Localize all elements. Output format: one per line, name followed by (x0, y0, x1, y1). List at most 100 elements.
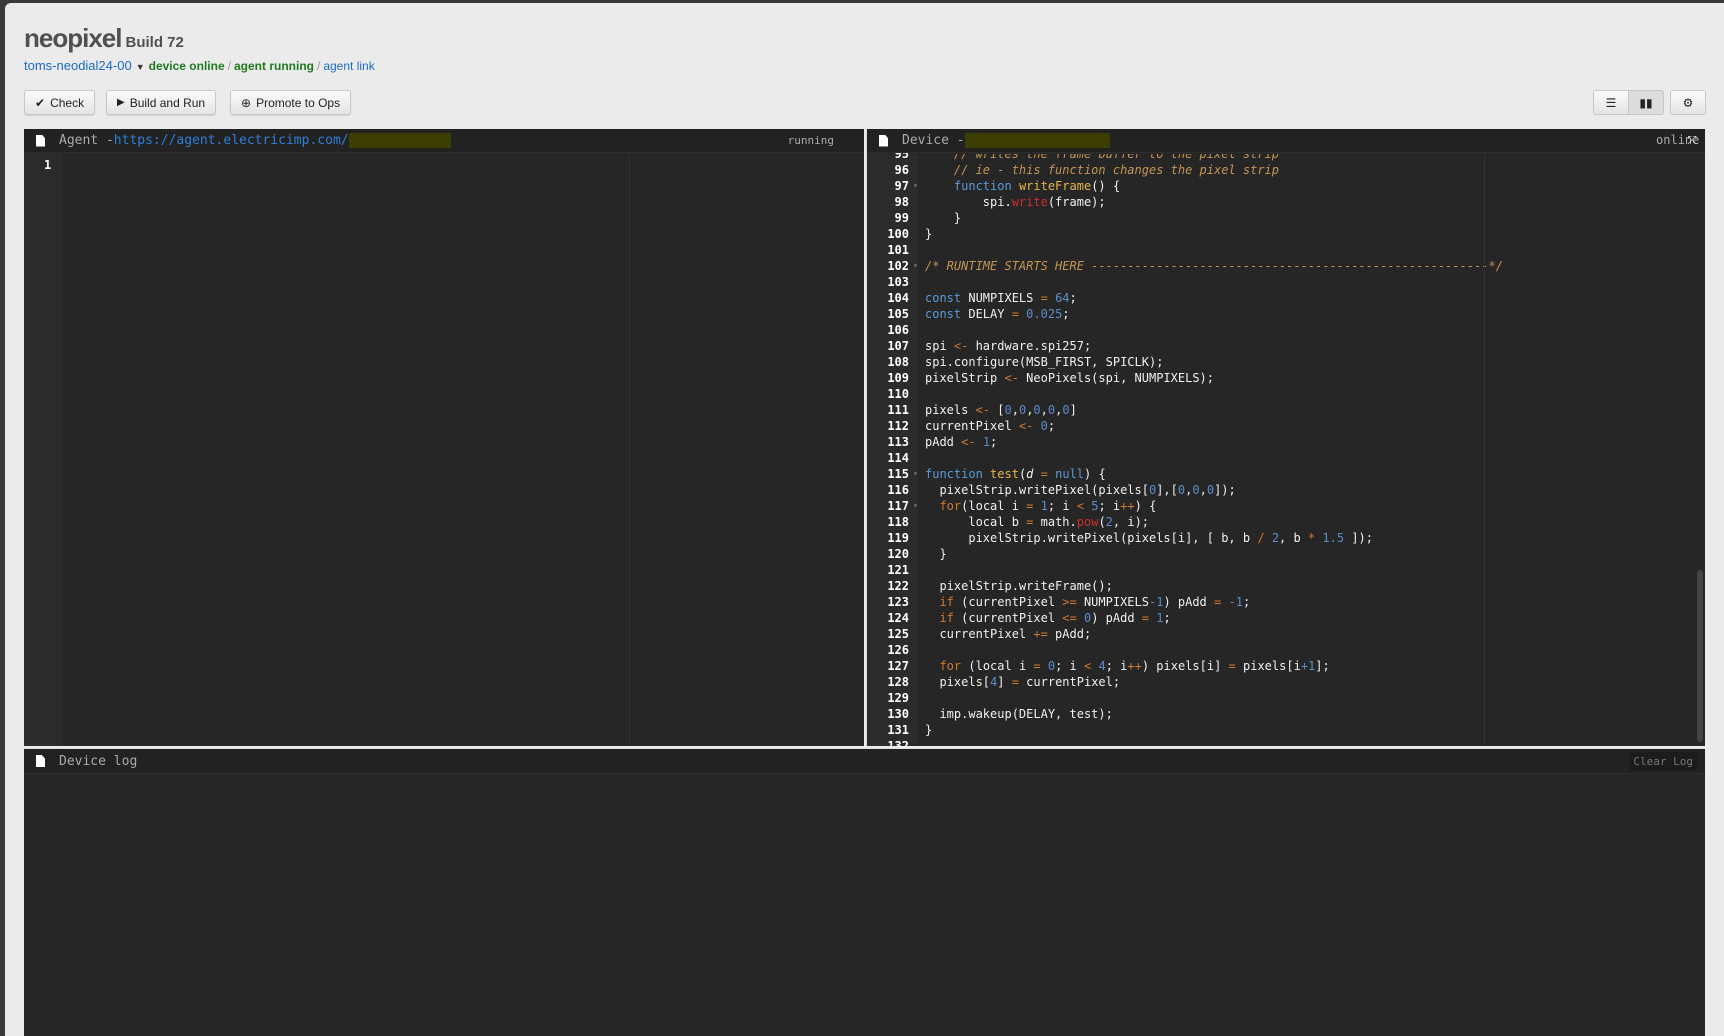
device-selector[interactable]: toms-neodial24-00 (24, 58, 132, 73)
code-token: if (939, 611, 954, 625)
list-layout-icon: ☰ (1605, 95, 1617, 110)
line-number: 102 (867, 258, 918, 274)
code-token: 1.5 (1322, 531, 1345, 545)
check-icon: ✔ (35, 95, 46, 110)
line-number: 117 (867, 498, 918, 514)
code-token: hardware.spi257; (968, 339, 1092, 353)
code-token: imp.wakeup(DELAY, test); (925, 707, 1113, 721)
caret-down-icon[interactable]: ▼ (136, 62, 145, 72)
code-line: /* RUNTIME STARTS HERE -----------------… (925, 258, 1705, 274)
agent-link[interactable]: agent link (323, 59, 374, 73)
code-line: for(local i = 1; i < 5; i++) { (925, 498, 1705, 514)
code-line: function test(d = null) { (925, 466, 1705, 482)
line-number: 131 (887, 723, 909, 737)
device-panel: Device - online⤧ 95969798991001011021031… (866, 129, 1705, 753)
code-token: function (925, 467, 983, 481)
project-title: neopixel Build 72 (24, 23, 184, 54)
line-number: 96 (894, 163, 909, 177)
code-token: / (1257, 531, 1265, 545)
code-token: = (1040, 291, 1048, 305)
line-number: 107 (887, 339, 909, 353)
line-number: 129 (887, 691, 909, 705)
agent-code-editor[interactable] (63, 154, 864, 746)
build-and-run-button[interactable]: ▶ Build and Run (106, 90, 217, 115)
code-token: local b (925, 515, 1027, 529)
code-token: ; (990, 435, 998, 449)
code-line: pixelStrip <- NeoPixels(spi, NUMPIXELS); (925, 370, 1705, 386)
device-code-editor[interactable]: // writes the frame buffer to the pixel … (925, 154, 1705, 746)
code-token: ] (1069, 403, 1077, 417)
code-token: , i); (1112, 515, 1150, 529)
device-status-line: toms-neodial24-00 ▼ device online / agent ru… (24, 58, 375, 73)
code-token: < (1076, 499, 1085, 513)
line-number: 97 (867, 178, 918, 194)
line-number: 128 (887, 675, 909, 689)
code-line: const NUMPIXELS = 64; (925, 290, 1705, 306)
line-number: 123 (887, 595, 909, 609)
code-token: -1 (1228, 595, 1243, 609)
code-token: () { (1091, 179, 1121, 193)
code-token: , b (1279, 531, 1308, 545)
code-token: = (1033, 659, 1041, 673)
code-token: ; (1047, 419, 1056, 433)
check-button[interactable]: ✔ Check (24, 90, 96, 115)
settings-button[interactable]: ⚙ (1670, 90, 1706, 115)
code-token: ] (997, 675, 1012, 689)
list-layout-button[interactable]: ☰ (1593, 90, 1629, 115)
code-line: // ie - this function changes the pixel … (925, 162, 1705, 178)
fullscreen-icon[interactable]: ⤧ (1687, 133, 1697, 147)
line-number: 127 (887, 659, 909, 673)
code-line: imp.wakeup(DELAY, test); (925, 706, 1705, 722)
code-token: const (925, 307, 962, 321)
code-token: = (1228, 659, 1236, 673)
code-token: // writes the frame buffer to the pixel … (925, 154, 1280, 161)
agent-url[interactable]: https://agent.electricimp.com/ (114, 133, 349, 148)
clear-log-button[interactable]: Clear Log (1629, 752, 1697, 771)
line-number: 130 (887, 707, 909, 721)
code-token: ) { (1084, 467, 1106, 481)
line-number: 110 (887, 387, 909, 401)
code-token: pixelStrip.writePixel(pixels[ (925, 483, 1149, 497)
agent-label: Agent - (59, 133, 114, 148)
split-layout-button[interactable]: ▮▮ (1628, 90, 1664, 115)
line-number: 120 (887, 547, 909, 561)
code-token: ]); (1344, 531, 1374, 545)
code-token: currentPixel (925, 627, 1034, 641)
code-token: pixels (925, 403, 976, 417)
code-token: ; i (1098, 499, 1121, 513)
line-number: 115 (867, 466, 918, 482)
code-token: } (925, 547, 947, 561)
code-token: ++ (1127, 659, 1142, 673)
code-token: 1 (1040, 499, 1048, 513)
code-token: (currentPixel (953, 611, 1063, 625)
build-run-label: Build and Run (129, 95, 206, 110)
code-token: } (925, 227, 933, 241)
promote-to-ops-button[interactable]: ⊕ Promote to Ops (230, 90, 352, 115)
code-token: test (990, 467, 1019, 481)
code-token: 64 (1055, 291, 1070, 305)
code-token: ; i (1047, 499, 1077, 513)
line-number: 125 (887, 627, 909, 641)
code-token: 0 (1004, 403, 1012, 417)
code-token: math. (1033, 515, 1077, 529)
agent-panel: Agent - https://agent.electricimp.com/ru… (24, 129, 864, 746)
agent-status: agent running (233, 59, 314, 73)
code-token: ( (1098, 515, 1106, 529)
line-number: 121 (887, 563, 909, 577)
code-line: local b = math.pow(2, i); (925, 514, 1705, 530)
code-token: (currentPixel (953, 595, 1063, 609)
code-token: <- (1018, 419, 1034, 433)
code-token: <- (975, 403, 991, 417)
editor-scrollbar[interactable] (1697, 570, 1703, 742)
code-token: = (1040, 467, 1048, 481)
code-token: 2 (1271, 531, 1280, 545)
